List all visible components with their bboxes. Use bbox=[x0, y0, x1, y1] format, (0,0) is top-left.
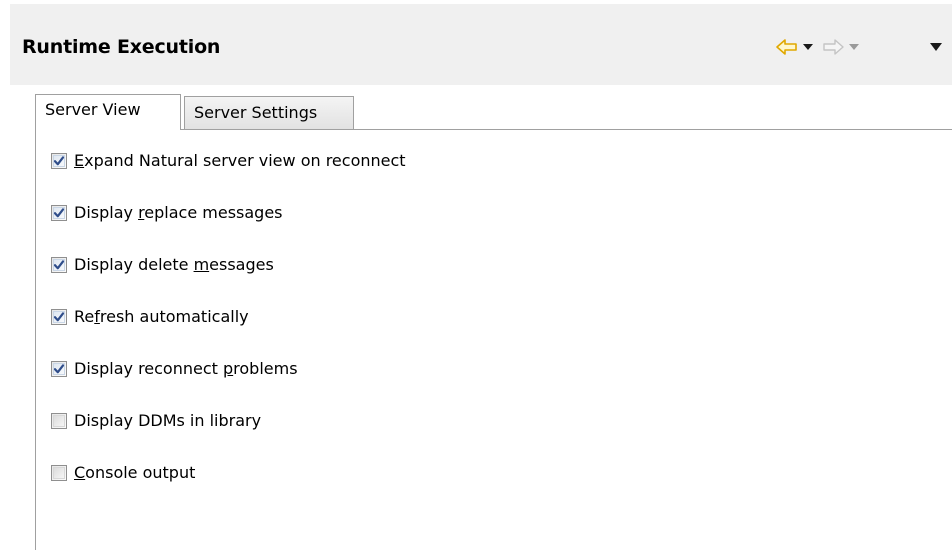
option-display-replace-messages[interactable]: Display replace messages bbox=[51, 200, 283, 226]
check-mark-icon bbox=[53, 260, 65, 270]
option-label: Console output bbox=[74, 463, 196, 482]
option-label: Display reconnect problems bbox=[74, 359, 298, 378]
option-label: Display delete messages bbox=[74, 255, 274, 274]
view-menu-button[interactable] bbox=[927, 35, 945, 59]
page-title: Runtime Execution bbox=[22, 36, 221, 58]
option-display-delete-messages[interactable]: Display delete messages bbox=[51, 252, 274, 278]
chevron-down-icon bbox=[849, 44, 859, 50]
checkbox[interactable] bbox=[51, 361, 67, 377]
option-display-ddms-in-library[interactable]: Display DDMs in library bbox=[51, 408, 261, 434]
option-expand-server-view[interactable]: Expand Natural server view on reconnect bbox=[51, 148, 406, 174]
option-console-output[interactable]: Console output bbox=[51, 460, 195, 486]
option-label: Expand Natural server view on reconnect bbox=[74, 151, 406, 170]
forward-button[interactable] bbox=[821, 35, 845, 59]
chevron-down-icon bbox=[803, 44, 813, 50]
option-label: Refresh automatically bbox=[74, 307, 249, 326]
check-mark-icon bbox=[53, 208, 65, 218]
back-arrow-icon bbox=[776, 39, 797, 55]
navigation-toolbar bbox=[775, 35, 952, 59]
checkbox[interactable] bbox=[51, 257, 67, 273]
tab-server-settings[interactable]: Server Settings bbox=[184, 96, 354, 129]
checkbox[interactable] bbox=[51, 413, 67, 429]
back-button[interactable] bbox=[775, 35, 799, 59]
chevron-down-icon bbox=[930, 43, 942, 51]
back-history-dropdown[interactable] bbox=[801, 35, 815, 59]
checkbox[interactable] bbox=[51, 465, 67, 481]
forward-arrow-icon bbox=[823, 39, 844, 55]
checkbox[interactable] bbox=[51, 309, 67, 325]
check-mark-icon bbox=[53, 312, 65, 322]
checkbox[interactable] bbox=[51, 153, 67, 169]
checkbox[interactable] bbox=[51, 205, 67, 221]
tab-server-view[interactable]: Server View bbox=[35, 94, 181, 130]
option-refresh-automatically[interactable]: Refresh automatically bbox=[51, 304, 249, 330]
option-label: Display replace messages bbox=[74, 203, 283, 222]
option-label: Display DDMs in library bbox=[74, 411, 262, 430]
option-display-reconnect-problems[interactable]: Display reconnect problems bbox=[51, 356, 298, 382]
check-mark-icon bbox=[53, 364, 65, 374]
check-mark-icon bbox=[53, 156, 65, 166]
forward-history-dropdown[interactable] bbox=[847, 35, 861, 59]
tab-content-panel bbox=[35, 129, 952, 550]
